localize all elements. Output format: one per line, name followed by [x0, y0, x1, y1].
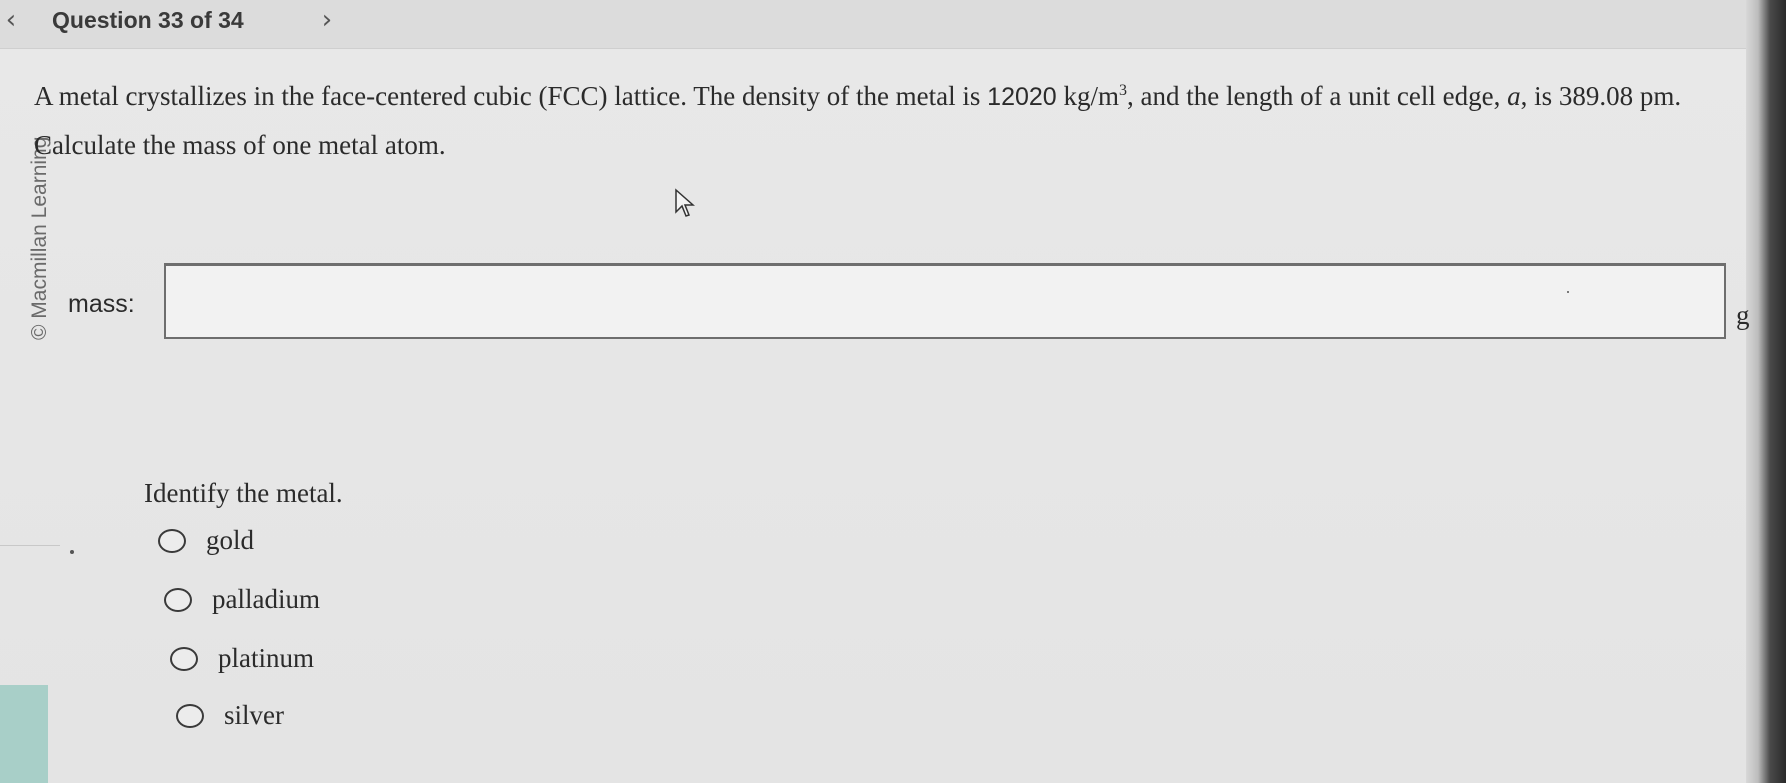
- chevron-right-icon: ›: [321, 5, 333, 35]
- identify-prompt: Identify the metal.: [144, 478, 343, 508]
- option-platinum[interactable]: platinum: [170, 643, 314, 674]
- option-label: palladium: [212, 584, 320, 614]
- option-palladium[interactable]: palladium: [164, 584, 320, 615]
- mass-unit: g: [1736, 300, 1750, 330]
- page: ‹ Question 33 of 34 › © Macmillan Learni…: [0, 0, 1786, 783]
- question-text: A metal crystallizes in the face-centere…: [34, 72, 1754, 169]
- left-accent-strip: [0, 685, 48, 783]
- edge-symbol: a: [1507, 81, 1521, 111]
- left-divider: [0, 545, 60, 546]
- option-label: gold: [206, 525, 255, 555]
- previous-question-button[interactable]: ‹: [0, 4, 26, 36]
- option-silver[interactable]: silver: [176, 700, 284, 731]
- radio-button[interactable]: [176, 703, 204, 728]
- next-question-button[interactable]: ›: [312, 4, 342, 36]
- option-label: silver: [224, 700, 284, 730]
- density-unit: kg/m: [1063, 81, 1119, 111]
- screen-speck: [70, 550, 74, 554]
- screen-speck: [1567, 291, 1569, 293]
- mouse-cursor-icon: [675, 188, 695, 217]
- mass-input[interactable]: [164, 263, 1726, 339]
- question-nav-bar: ‹ Question 33 of 34 ›: [0, 0, 1786, 49]
- density-exponent: 3: [1118, 82, 1127, 99]
- radio-button[interactable]: [170, 646, 198, 671]
- density-value: 12020: [987, 83, 1057, 111]
- question-counter: Question 33 of 34: [52, 7, 244, 33]
- option-gold[interactable]: gold: [158, 525, 254, 556]
- radio-button[interactable]: [164, 587, 192, 612]
- chevron-left-icon: ‹: [5, 5, 17, 35]
- radio-button[interactable]: [158, 528, 186, 553]
- mass-label: mass:: [68, 290, 135, 318]
- option-label: platinum: [218, 643, 314, 673]
- question-text-part2: , and the length of a unit cell edge,: [1126, 81, 1508, 111]
- question-text-part1: A metal crystallizes in the face-centere…: [34, 81, 988, 111]
